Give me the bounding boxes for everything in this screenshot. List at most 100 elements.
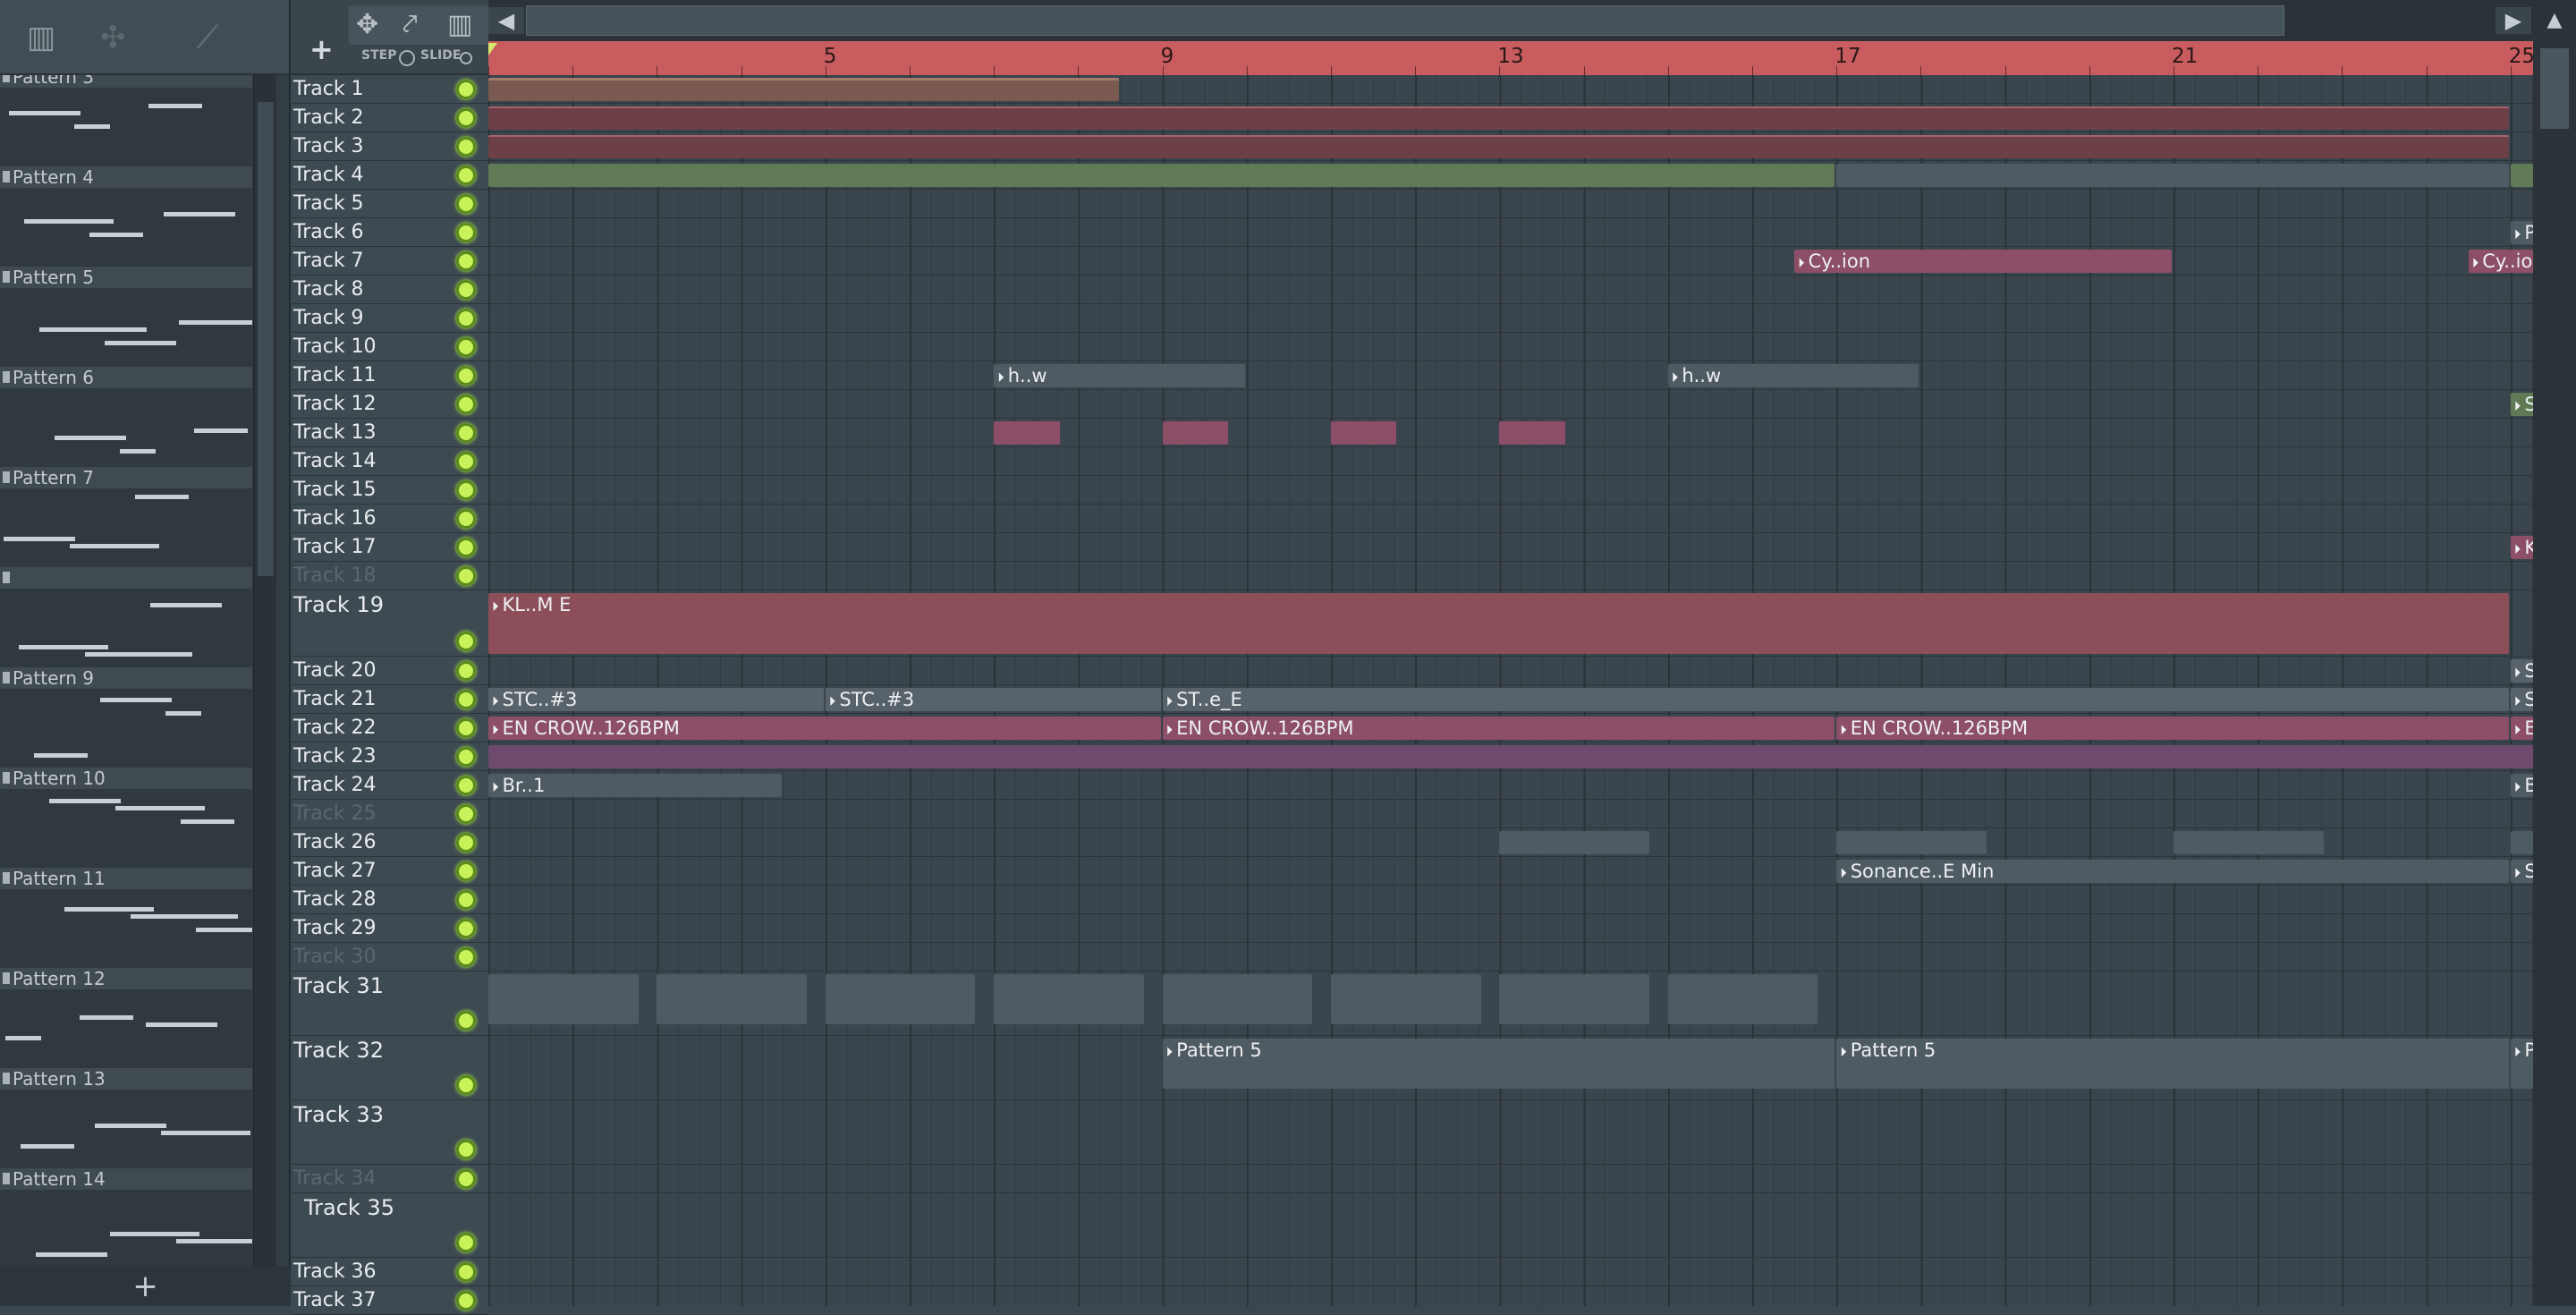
track-header[interactable]: Track 3 [292,132,488,161]
playhead-marker-icon[interactable] [488,43,497,55]
pattern-item[interactable]: Pattern 12 [0,968,252,1068]
track-mute-led[interactable] [456,137,476,157]
scrollbar-thumb[interactable] [2540,48,2569,129]
track-mute-led[interactable] [456,194,476,214]
playlist-clip[interactable] [488,78,1119,101]
track-header[interactable]: Track 27 [292,857,488,886]
piano-icon[interactable]: ▥ [27,20,55,55]
curve-icon[interactable]: ⤤ [402,9,418,40]
track-mute-led[interactable] [456,337,476,357]
track-header[interactable]: Track 30 [292,943,488,971]
track-mute-led[interactable] [456,861,476,881]
pattern-item[interactable] [0,567,252,667]
track-mute-led[interactable] [456,223,476,242]
track-mute-led[interactable] [456,509,476,529]
playlist-clip[interactable] [1836,831,1987,854]
track-mute-led[interactable] [456,538,476,557]
track-mute-led[interactable] [456,80,476,99]
track-header[interactable]: Track 23 [292,742,488,771]
playlist-clip[interactable] [1162,421,1228,445]
playlist-clip[interactable] [1499,974,1649,1024]
playlist-clip[interactable]: ⏵ Sonance..E Min [1836,860,2509,883]
playlist-clip[interactable] [488,106,2509,130]
piano-roll-icon[interactable]: ▥ [447,9,472,40]
track-header[interactable]: Track 1 [292,75,488,104]
track-header[interactable]: Track 6 [292,218,488,247]
track-mute-led[interactable] [456,1140,476,1159]
playlist-clip[interactable]: ⏵ST..e_E [1162,688,2509,711]
track-mute-led[interactable] [456,394,476,414]
track-mute-led[interactable] [456,423,476,443]
track-header[interactable]: Track 9 [292,304,488,333]
pattern-item[interactable]: Pattern 11 [0,868,252,968]
track-header[interactable]: Track 22 [292,714,488,742]
playlist-clip[interactable]: ⏵ EN CROW..126BPM [1162,717,1835,740]
playlist-clip[interactable]: ⏵P..3 [2510,221,2533,244]
track-mute-led[interactable] [456,108,476,128]
track-mute-led[interactable] [456,366,476,386]
playlist-clip[interactable]: ⏵Br..1 [2510,774,2533,797]
playlist-clip[interactable] [1499,421,1565,445]
playlist-clip[interactable] [488,974,639,1024]
playlist-vertical-scrollbar[interactable]: ▲ [2533,0,2576,1306]
playlist-clip[interactable]: ⏵Cy..ion [1794,250,2172,273]
track-mute-led[interactable] [456,1233,476,1252]
track-header[interactable]: Track 10 [292,333,488,361]
track-mute-led[interactable] [456,776,476,795]
playlist-clip[interactable]: ⏵KLING - B..8 Bars [2510,536,2533,559]
playlist-clip[interactable]: ⏵SH_riser_1 [2510,393,2533,416]
pattern-item[interactable]: Pattern 4 [0,166,252,267]
pattern-item[interactable]: Pattern 7 [0,467,252,567]
pattern-item[interactable]: Pattern 3 [0,75,252,166]
track-mute-led[interactable] [456,1262,476,1282]
playlist-clip[interactable] [488,135,2509,158]
playlist-clip[interactable] [2510,831,2533,854]
track-header[interactable]: Track 19 [292,590,488,657]
track-header[interactable]: Track 4 [292,161,488,190]
playlist-clip[interactable]: ⏵ STC..#3 [488,688,824,711]
track-header[interactable]: Track 34 [292,1165,488,1193]
pattern-item[interactable]: Pattern 9 [0,667,252,768]
playlist-clip[interactable] [488,745,2533,768]
track-header[interactable]: Track 25 [292,800,488,828]
playlist-clip[interactable]: ⏵ EN CROW..126BPM [1836,717,2509,740]
track-header[interactable]: Track 20 [292,657,488,685]
track-mute-led[interactable] [456,747,476,767]
playlist-clip[interactable]: ⏵Pattern 5 [2510,1039,2533,1089]
pattern-item[interactable]: Pattern 14 [0,1168,252,1267]
track-mute-led[interactable] [456,480,476,500]
track-header[interactable]: Track 5 [292,190,488,218]
playlist-clip[interactable]: ⏵ h..w [994,364,1245,387]
playlist-clip[interactable] [2174,831,2324,854]
track-mute-led[interactable] [456,833,476,853]
track-mute-led[interactable] [456,309,476,328]
playlist-clip[interactable]: ⏵ST..e_E [2510,688,2533,711]
timeline-ruler[interactable]: 5913172125293337414549535761656973778185… [488,41,2533,75]
playlist-clip[interactable] [1331,974,1481,1024]
overview-thumb[interactable] [526,5,2284,36]
track-mute-led[interactable] [456,890,476,910]
track-header[interactable]: Track 7 [292,247,488,276]
snap-icon[interactable]: ✥ [356,9,378,40]
pattern-item[interactable]: Pattern 6 [0,367,252,467]
track-mute-led[interactable] [456,251,476,271]
track-mute-led[interactable] [456,280,476,300]
track-header[interactable]: Track 33 [292,1100,488,1165]
playlist-clip[interactable]: ⏵STC..#2 [2510,659,2533,683]
scroll-right-arrow-icon[interactable]: ▶ [2496,7,2531,34]
track-mute-led[interactable] [456,919,476,938]
track-header[interactable]: Track 21 [292,685,488,714]
pattern-item[interactable]: Pattern 5 [0,267,252,367]
track-mute-led[interactable] [456,661,476,681]
playlist-clip[interactable]: ⏵Sonan..in #5 [2510,860,2533,883]
track-mute-led[interactable] [456,566,476,586]
track-header[interactable]: Track 36 [292,1258,488,1286]
track-mute-led[interactable] [456,1291,476,1311]
track-header[interactable]: Track 24 [292,771,488,800]
track-mute-led[interactable] [456,804,476,824]
track-mute-led[interactable] [456,632,476,651]
add-pattern-button[interactable]: + [0,1267,291,1306]
scroll-up-arrow-icon[interactable]: ▲ [2540,9,2569,41]
track-header[interactable]: Track 29 [292,914,488,943]
track-header[interactable]: Track 2 [292,104,488,132]
